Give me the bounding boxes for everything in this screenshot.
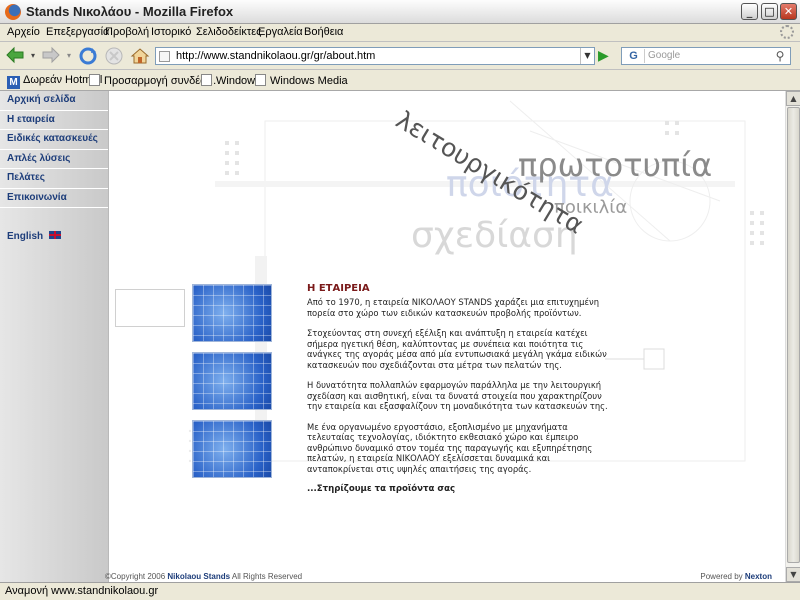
copyright-suffix: All Rights Reserved (231, 572, 303, 581)
back-history-dropdown[interactable]: ▾ (28, 46, 38, 66)
page-favicon-icon (159, 51, 170, 62)
maximize-button[interactable]: □ (761, 3, 778, 20)
forward-history-dropdown[interactable]: ▾ (64, 46, 74, 66)
vertical-scrollbar[interactable]: ▲ ▼ (785, 91, 800, 582)
stop-icon (105, 47, 123, 65)
article-heading: Η ΕΤΑΙΡΕΙΑ (307, 283, 370, 294)
menu-help[interactable]: Βοήθεια (304, 26, 343, 38)
status-text: Αναμονή www.standnikolaou.gr (5, 585, 159, 597)
home-icon (130, 48, 150, 64)
menu-edit[interactable]: Επεξεργασία (46, 26, 109, 38)
company-article: Η ΕΤΑΙΡΕΙΑ Από το 1970, η εταιρεία ΝΙΚΟΛ… (307, 283, 612, 505)
status-bar: Αναμονή www.standnikolaou.gr (0, 582, 800, 600)
article-slogan: ...Στηρίζουμε τα προϊόντα σας (307, 484, 456, 494)
search-box[interactable]: G Google ⚲ (621, 47, 791, 65)
window-titlebar: Stands Νικολάου - Mozilla Firefox _ □ ✕ (0, 0, 800, 24)
product-image-1 (192, 284, 272, 342)
product-image-3 (192, 420, 272, 478)
search-magnifier-icon[interactable]: ⚲ (772, 48, 788, 64)
main-area: ποιότητα σχεδίαση πρωτοτυπία ποικιλία λε… (105, 91, 785, 582)
throbber-icon (780, 25, 794, 39)
address-bar[interactable]: http://www.standnikolaou.gr/gr/about.htm… (155, 47, 595, 65)
msn-icon: M (7, 76, 20, 89)
back-arrow-icon (6, 46, 24, 64)
article-paragraph: Η δυνατότητα πολλαπλών εφαρμογών παράλλη… (307, 380, 608, 411)
article-paragraph: Με ένα οργανωμένο εργοστάσιο, εξοπλισμέν… (307, 421, 593, 474)
minimize-button[interactable]: _ (741, 3, 758, 20)
footer-powered-by: Powered by Nexton (700, 572, 772, 581)
search-engine-icon[interactable]: G (623, 49, 645, 63)
address-bar-url[interactable]: http://www.standnikolaou.gr/gr/about.htm (176, 50, 375, 62)
bookmark-windows-media[interactable]: Windows Media (255, 74, 348, 87)
bookmarks-toolbar: M Δωρεάν Hotmail Προσαρμογή συνδέσ... Win… (0, 70, 800, 91)
decorative-frame (115, 289, 185, 327)
back-button[interactable] (4, 46, 26, 66)
nav-company[interactable]: Η εταιρεία (0, 111, 108, 130)
menu-view[interactable]: Προβολή (105, 26, 149, 38)
nav-contact[interactable]: Επικοινωνία (0, 189, 108, 208)
bookmark-customize-links[interactable]: Προσαρμογή συνδέσ... (89, 74, 216, 87)
reload-icon (79, 47, 97, 65)
scrollbar-thumb[interactable] (787, 107, 800, 563)
forward-button[interactable] (40, 46, 62, 66)
bookmark-label: Windows (216, 75, 261, 87)
address-dropdown-icon[interactable]: ▼ (580, 48, 594, 64)
bookmark-label: Προσαρμογή συνδέσ... (104, 75, 217, 87)
stop-button[interactable] (103, 46, 125, 66)
page-icon (89, 74, 100, 86)
nav-clients[interactable]: Πελάτες (0, 169, 108, 189)
navigation-toolbar: ▾ ▾ http://www.standnikolaou.gr/gr/about… (0, 42, 800, 70)
nav-special-constructions[interactable]: Ειδικές κατασκευές (0, 130, 108, 150)
menu-bookmarks[interactable]: Σελιδοδείκτες (196, 26, 261, 38)
forward-arrow-icon (42, 46, 60, 64)
article-paragraph: Στοχεύοντας στη συνεχή εξέλιξη και ανάπτ… (307, 328, 607, 370)
language-label: English (7, 231, 44, 242)
close-button[interactable]: ✕ (780, 3, 797, 20)
menu-history[interactable]: Ιστορικό (151, 26, 191, 38)
page-icon (201, 74, 212, 86)
article-paragraph: Από το 1970, η εταιρεία ΝΙΚΟΛΑΟΥ STANDS … (307, 297, 600, 318)
menu-tools[interactable]: Εργαλεία (258, 26, 303, 38)
reload-button[interactable] (77, 46, 99, 66)
bookmark-label: Windows Media (270, 75, 348, 87)
powered-prefix: Powered by (700, 572, 743, 581)
site-sidebar: Αρχική σελίδα Η εταιρεία Ειδικές κατασκε… (0, 91, 109, 582)
scroll-up-arrow-icon[interactable]: ▲ (786, 91, 800, 106)
powered-link[interactable]: Nexton (745, 572, 772, 581)
bookmark-windows[interactable]: Windows (201, 74, 261, 87)
product-image-2 (192, 352, 272, 410)
header-word-prototype: πρωτοτυπία (518, 146, 713, 184)
uk-flag-icon (49, 231, 62, 239)
page-content: Αρχική σελίδα Η εταιρεία Ειδικές κατασκε… (0, 91, 785, 582)
footer-copyright: ©Copyright 2006 Nikolaou Stands All Righ… (105, 572, 302, 581)
copyright-prefix: ©Copyright 2006 (105, 572, 166, 581)
menu-file[interactable]: Αρχείο (7, 26, 40, 38)
home-button[interactable] (129, 46, 151, 66)
nav-home[interactable]: Αρχική σελίδα (0, 91, 108, 111)
copyright-link[interactable]: Nikolaou Stands (167, 572, 230, 581)
window-title: Stands Νικολάου - Mozilla Firefox (26, 4, 234, 19)
firefox-logo-icon (5, 4, 21, 20)
menu-bar: Αρχείο Επεξεργασία Προβολή Ιστορικό Σελι… (0, 24, 800, 42)
search-placeholder[interactable]: Google (648, 50, 680, 61)
nav-simple-solutions[interactable]: Απλές λύσεις (0, 150, 108, 169)
go-button[interactable]: ▶ (598, 48, 612, 64)
page-icon (255, 74, 266, 86)
english-language-link[interactable]: English (7, 231, 62, 242)
scroll-down-arrow-icon[interactable]: ▼ (786, 567, 800, 582)
